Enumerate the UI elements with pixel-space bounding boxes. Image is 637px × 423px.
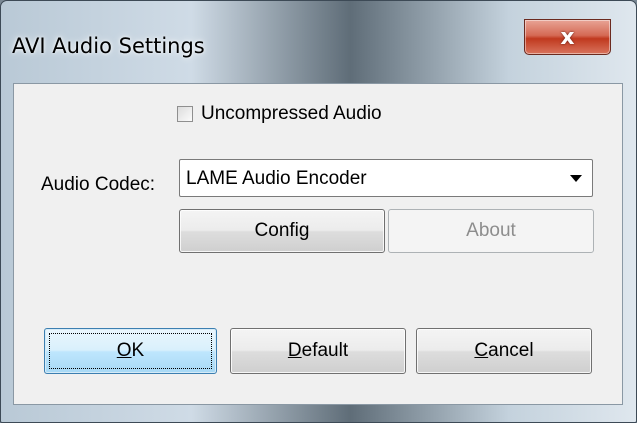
- close-icon: x: [560, 24, 575, 50]
- close-button[interactable]: x: [524, 19, 611, 55]
- config-button[interactable]: Config: [179, 209, 385, 253]
- audio-codec-value: LAME Audio Encoder: [186, 168, 367, 189]
- uncompressed-audio-label: Uncompressed Audio: [201, 103, 382, 124]
- default-button[interactable]: Default: [230, 328, 406, 374]
- window-title: AVI Audio Settings: [12, 34, 205, 58]
- audio-codec-select[interactable]: LAME Audio Encoder: [179, 159, 593, 197]
- uncompressed-audio-option[interactable]: Uncompressed Audio: [177, 103, 382, 125]
- cancel-label: Cancel: [474, 340, 534, 361]
- window-frame-bottom: [1, 404, 636, 422]
- audio-codec-label: Audio Codec:: [41, 174, 156, 195]
- ok-button[interactable]: OK: [44, 328, 217, 374]
- default-label: Default: [287, 340, 349, 361]
- chevron-down-icon: [570, 175, 582, 182]
- title-bar[interactable]: AVI Audio Settings x: [1, 1, 636, 83]
- about-button[interactable]: About: [388, 209, 594, 253]
- dialog-window: AVI Audio Settings x Uncompressed Audio …: [0, 0, 637, 423]
- dialog-body: Uncompressed Audio Audio Codec: LAME Aud…: [13, 83, 623, 405]
- focus-ring: [49, 333, 212, 369]
- cancel-button[interactable]: Cancel: [416, 328, 592, 374]
- uncompressed-audio-checkbox[interactable]: [177, 106, 193, 122]
